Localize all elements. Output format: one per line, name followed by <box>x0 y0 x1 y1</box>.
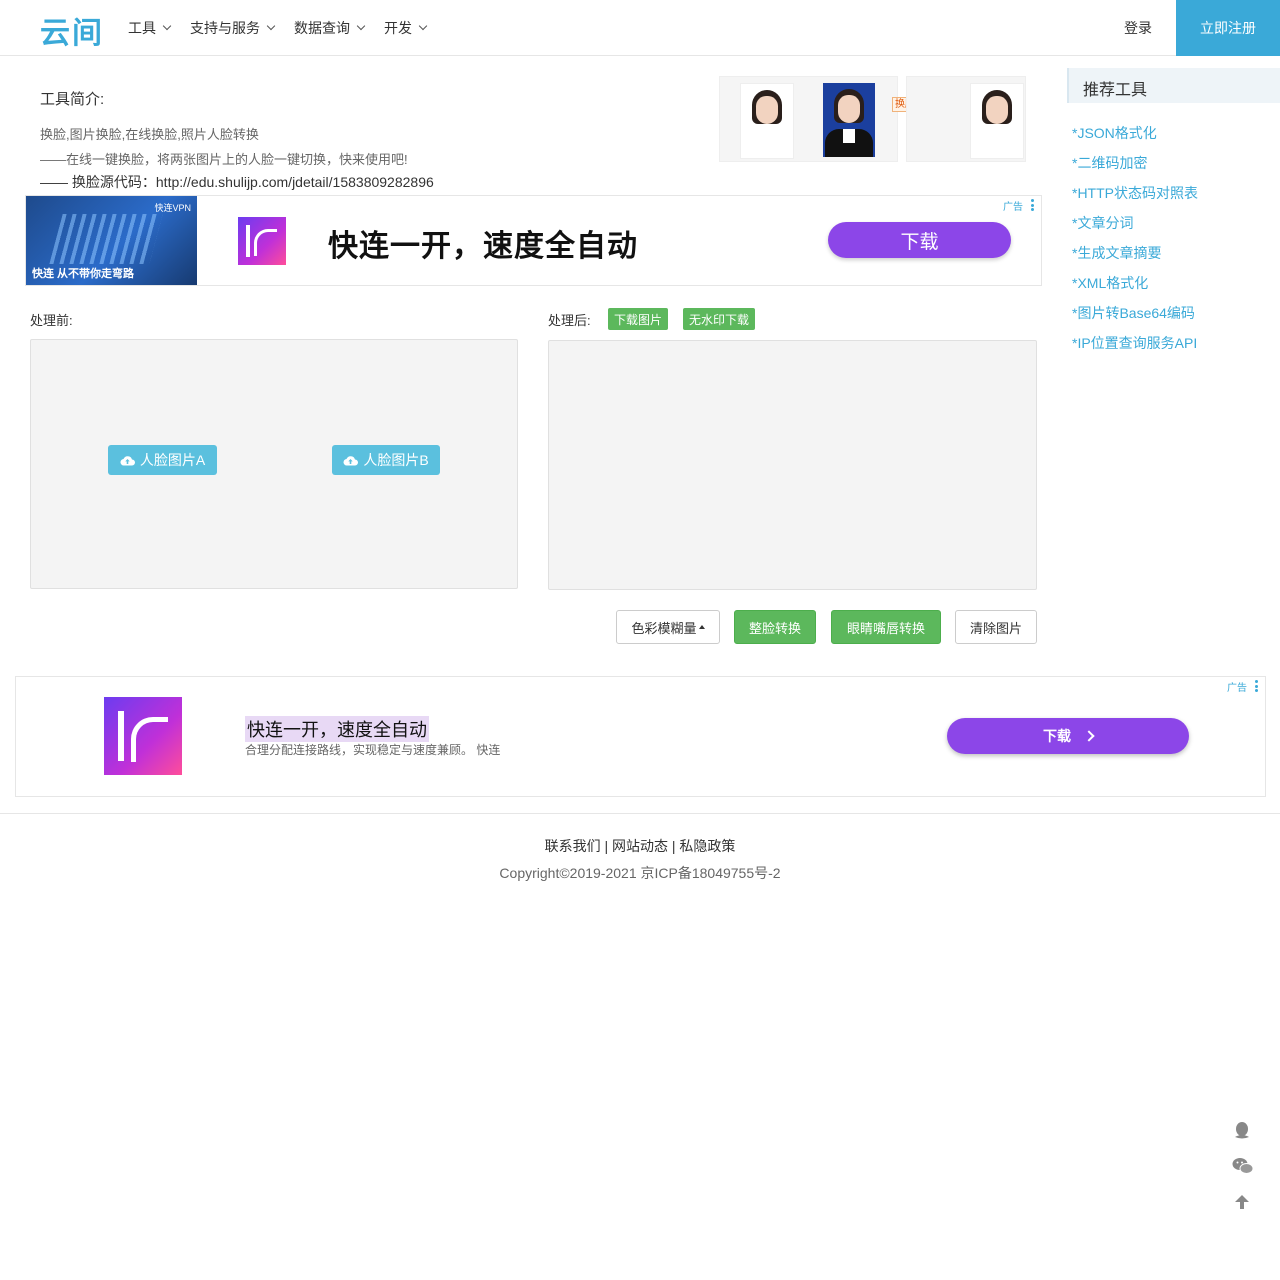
ad-headline: 快连一开，速度全自动 <box>245 716 429 742</box>
sidebar-link-base64[interactable]: *图片转Base64编码 <box>1072 303 1195 323</box>
nav-tools-label: 工具 <box>128 19 156 36</box>
ad-tag: 广告 <box>1227 683 1247 694</box>
intro-keywords: 换脸,图片换脸,在线换脸,照片人脸转换 <box>40 127 259 142</box>
nav-support[interactable]: 支持与服务 <box>190 18 276 38</box>
top-header: 云间 工具 支持与服务 数据查询 开发 登录 立即注册 <box>0 0 1280 56</box>
ad-subtext: 合理分配连接路线，实现稳定与速度兼顾。 快连 <box>245 743 501 757</box>
intro-description: ——在线一键换脸，将两张图片上的人脸一键切换，快来使用吧! <box>40 152 408 167</box>
example-portrait-blue <box>823 83 875 157</box>
arrow-up-icon[interactable] <box>1232 1192 1252 1212</box>
nav-support-label: 支持与服务 <box>190 19 260 36</box>
banner-ad[interactable]: 快连VPN 快连 从不带你走弯路 快连一开，速度全自动 下载 广告 <box>25 195 1042 286</box>
chevron-down-icon <box>418 21 428 30</box>
intro-title: 工具简介: <box>40 91 105 108</box>
sidebar-link-json[interactable]: *JSON格式化 <box>1072 123 1157 143</box>
register-button[interactable]: 立即注册 <box>1176 0 1280 56</box>
sidebar-link-summary[interactable]: *生成文章摘要 <box>1072 243 1161 263</box>
ad-app-logo <box>104 697 182 775</box>
more-icon[interactable] <box>1255 680 1258 694</box>
wechat-icon[interactable] <box>1232 1156 1254 1176</box>
sidebar-link-word-segment[interactable]: *文章分词 <box>1072 213 1133 233</box>
ad-image-text: 快连 从不带你走弯路 <box>32 268 135 280</box>
chevron-down-icon <box>266 21 276 30</box>
color-blur-label: 色彩模糊量 <box>631 620 697 636</box>
main-nav: 工具 支持与服务 数据查询 开发 <box>128 0 446 55</box>
login-link[interactable]: 登录 <box>1124 18 1152 38</box>
qq-icon[interactable] <box>1232 1120 1252 1140</box>
example-result-image <box>906 76 1026 162</box>
download-image-button[interactable]: 下载图片 <box>608 308 668 330</box>
eyes-lips-swap-button[interactable]: 眼睛嘴唇转换 <box>831 610 941 644</box>
ad-image: 快连VPN 快连 从不带你走弯路 <box>26 196 197 285</box>
cloud-upload-icon <box>343 455 359 466</box>
color-blur-dropdown[interactable]: 色彩模糊量 <box>616 610 720 644</box>
upload-face-b-button[interactable]: 人脸图片B <box>332 445 440 475</box>
upload-face-a-label: 人脸图片A <box>139 452 206 468</box>
example-portrait-result <box>970 83 1024 159</box>
nav-data-query-label: 数据查询 <box>294 19 350 36</box>
upload-face-b-label: 人脸图片B <box>363 452 429 468</box>
chevron-right-icon <box>1083 730 1095 742</box>
no-watermark-download-button[interactable]: 无水印下载 <box>683 308 755 330</box>
footer-privacy-link[interactable]: 私隐政策 <box>679 838 735 854</box>
more-icon[interactable] <box>1031 199 1034 213</box>
sidebar-link-ip-api[interactable]: *IP位置查询服务API <box>1072 333 1197 353</box>
footer-divider <box>0 813 1280 814</box>
before-panel: 人脸图片A 人脸图片B <box>30 339 518 589</box>
example-source-images <box>719 76 898 162</box>
chevron-down-icon <box>356 21 366 30</box>
recommended-tools-header: 推荐工具 <box>1067 68 1280 103</box>
nav-develop-label: 开发 <box>384 19 412 36</box>
ad-headline: 快连一开，速度全自动 <box>328 230 638 263</box>
recommended-tools-title: 推荐工具 <box>1083 82 1148 99</box>
whole-face-swap-button[interactable]: 整脸转换 <box>734 610 816 644</box>
nav-develop[interactable]: 开发 <box>384 18 428 38</box>
sidebar-link-http-status[interactable]: *HTTP状态码对照表 <box>1072 183 1198 203</box>
clear-images-button[interactable]: 清除图片 <box>955 610 1037 644</box>
footer-links: 联系我们 | 网站动态 | 私隐政策 <box>544 838 736 854</box>
example-portrait-white <box>740 83 794 159</box>
ad-download-label: 下载 <box>1043 728 1071 744</box>
ad-image-tag: 快连VPN <box>154 203 191 213</box>
ad-download-button[interactable]: 下载 <box>828 222 1011 258</box>
chevron-down-icon <box>162 21 172 30</box>
bottom-ad[interactable]: 快连一开，速度全自动 合理分配连接路线，实现稳定与速度兼顾。 快连 下载 广告 <box>15 676 1266 797</box>
footer-contact-link[interactable]: 联系我们 <box>545 838 601 854</box>
nav-tools[interactable]: 工具 <box>128 18 172 38</box>
intro-source-code: —— 换脸源代码：http://edu.shulijp.com/jdetail/… <box>40 174 434 190</box>
upload-face-a-button[interactable]: 人脸图片A <box>108 445 217 475</box>
sidebar-link-xml[interactable]: *XML格式化 <box>1072 273 1148 293</box>
footer-copyright: Copyright©2019-2021 京ICP备18049755号-2 <box>499 865 781 881</box>
nav-data-query[interactable]: 数据查询 <box>294 18 366 38</box>
after-panel <box>548 340 1037 590</box>
ad-app-logo <box>238 217 286 265</box>
before-label: 处理前: <box>30 313 73 328</box>
cloud-upload-icon <box>120 455 135 466</box>
after-label: 处理后: <box>548 313 591 328</box>
ad-download-button[interactable]: 下载 <box>947 718 1189 754</box>
sidebar-link-qrcode[interactable]: *二维码加密 <box>1072 153 1147 173</box>
caret-up-icon <box>698 625 705 629</box>
site-logo[interactable]: 云间 <box>40 8 104 52</box>
ad-tag: 广告 <box>1003 202 1023 213</box>
footer-news-link[interactable]: 网站动态 <box>612 838 668 854</box>
